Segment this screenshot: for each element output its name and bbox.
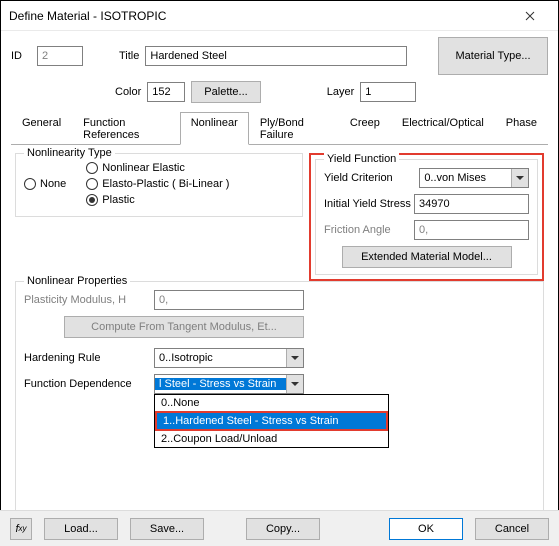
nonlinearity-legend: Nonlinearity Type: [24, 147, 115, 159]
nonlinearity-type-group: Nonlinearity Type None Nonlinear Elastic…: [15, 153, 303, 217]
title-field[interactable]: [145, 46, 407, 66]
color-field[interactable]: [147, 82, 185, 102]
tab-function-references[interactable]: Function References: [72, 112, 180, 145]
layer-label: Layer: [327, 86, 355, 98]
radio-nonlinear-elastic[interactable]: Nonlinear Elastic: [86, 162, 229, 174]
nonlinear-properties-legend: Nonlinear Properties: [24, 275, 130, 287]
ok-button[interactable]: OK: [389, 518, 463, 540]
yield-function-legend: Yield Function: [324, 153, 399, 165]
footer: fxy Load... Save... Copy... OK Cancel: [0, 510, 559, 546]
function-dependence-combo[interactable]: l Steel - Stress vs Strain: [154, 374, 304, 394]
window-title: Define Material - ISOTROPIC: [9, 9, 510, 23]
fxy-button[interactable]: fxy: [10, 518, 32, 540]
tab-creep[interactable]: Creep: [339, 112, 391, 145]
chevron-down-icon: [511, 169, 528, 187]
id-label: ID: [11, 50, 31, 62]
title-label: Title: [119, 50, 139, 62]
nonlinear-properties-group: Nonlinear Properties Plasticity Modulus,…: [15, 281, 544, 517]
yield-function-highlight: Yield Function Yield Criterion 0..von Mi…: [309, 153, 544, 281]
initial-yield-stress-label: Initial Yield Stress: [324, 198, 414, 210]
copy-button[interactable]: Copy...: [246, 518, 320, 540]
tab-phase[interactable]: Phase: [495, 112, 548, 145]
color-label: Color: [115, 86, 141, 98]
hardening-rule-label: Hardening Rule: [24, 352, 154, 364]
radio-elasto-plastic[interactable]: Elasto-Plastic ( Bi-Linear ): [86, 178, 229, 190]
save-button[interactable]: Save...: [130, 518, 204, 540]
plasticity-modulus-label: Plasticity Modulus, H: [24, 294, 154, 306]
option-none[interactable]: 0..None: [155, 395, 388, 411]
tab-strip: General Function References Nonlinear Pl…: [11, 111, 548, 145]
close-button[interactable]: [510, 2, 550, 30]
layer-field[interactable]: [360, 82, 416, 102]
chevron-down-icon: [286, 375, 303, 393]
option-coupon[interactable]: 2..Coupon Load/Unload: [155, 431, 388, 447]
friction-angle-label: Friction Angle: [324, 224, 414, 236]
material-type-button[interactable]: Material Type...: [438, 37, 548, 75]
plasticity-modulus-field: [154, 290, 304, 310]
yield-criterion-combo[interactable]: 0..von Mises: [419, 168, 529, 188]
radio-plastic[interactable]: Plastic: [86, 194, 229, 206]
yield-criterion-label: Yield Criterion: [324, 172, 419, 184]
chevron-down-icon: [286, 349, 303, 367]
compute-from-tangent-button: Compute From Tangent Modulus, Et...: [64, 316, 304, 338]
function-dependence-dropdown: 0..None 1..Hardened Steel - Stress vs St…: [154, 394, 389, 448]
palette-button[interactable]: Palette...: [191, 81, 260, 103]
function-dependence-label: Function Dependence: [24, 378, 154, 390]
radio-none[interactable]: None: [24, 178, 66, 190]
hardening-rule-combo[interactable]: 0..Isotropic: [154, 348, 304, 368]
tab-nonlinear[interactable]: Nonlinear: [180, 112, 249, 145]
cancel-button[interactable]: Cancel: [475, 518, 549, 540]
extended-material-model-button[interactable]: Extended Material Model...: [342, 246, 512, 268]
id-field: [37, 46, 83, 66]
tab-ply-bond-failure[interactable]: Ply/Bond Failure: [249, 112, 339, 145]
option-hardened-steel[interactable]: 1..Hardened Steel - Stress vs Strain: [155, 411, 388, 431]
friction-angle-field: [414, 220, 529, 240]
initial-yield-stress-field[interactable]: [414, 194, 529, 214]
tab-electrical-optical[interactable]: Electrical/Optical: [391, 112, 495, 145]
tab-general[interactable]: General: [11, 112, 72, 145]
load-button[interactable]: Load...: [44, 518, 118, 540]
